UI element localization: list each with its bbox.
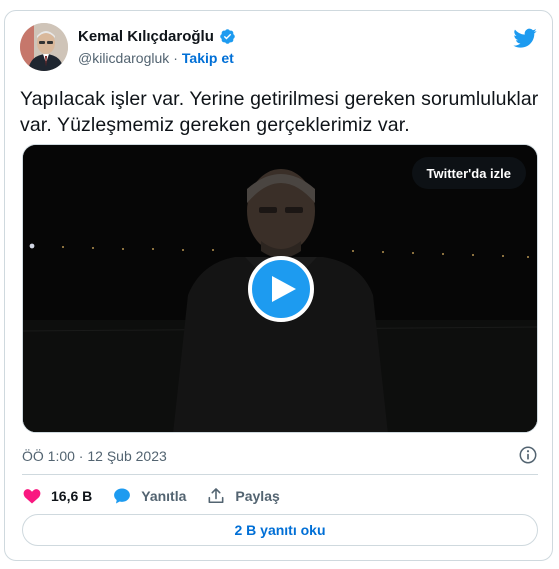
read-replies-button[interactable]: 2 B yanıtı oku	[22, 514, 538, 546]
info-icon[interactable]	[518, 445, 538, 465]
share-label: Paylaş	[235, 488, 280, 504]
avatar[interactable]	[20, 23, 68, 71]
tweet-meta: ÖÖ 1:00 · 12 Şub 2023	[22, 445, 538, 467]
heart-icon	[23, 489, 41, 504]
watch-on-twitter-button[interactable]: Twitter'da izle	[411, 157, 526, 189]
separator-dot: ·	[173, 50, 178, 66]
share-upload-icon	[208, 488, 224, 504]
follow-button[interactable]: Takip et	[182, 50, 234, 66]
tweet-actions: 16,6 B Yanıtla Paylaş	[22, 485, 300, 507]
verified-badge-icon	[219, 28, 236, 45]
name-row: Kemal Kılıçdaroğlu	[78, 28, 236, 45]
author-display-name[interactable]: Kemal Kılıçdaroğlu	[78, 28, 214, 45]
like-button[interactable]: 16,6 B	[22, 486, 92, 506]
tweet-embed-card: Kemal Kılıçdaroğlu @kilicdarogluk · Taki…	[4, 10, 553, 561]
author-handle[interactable]: @kilicdarogluk	[78, 50, 169, 66]
tweet-timestamp[interactable]: ÖÖ 1:00 · 12 Şub 2023	[22, 448, 167, 464]
play-button[interactable]	[248, 256, 314, 322]
handle-row: @kilicdarogluk · Takip et	[78, 50, 234, 66]
tweet-text: Yapılacak işler var. Yerine getirilmesi …	[20, 88, 539, 136]
reply-label: Yanıtla	[141, 488, 187, 504]
reply-button[interactable]: Yanıtla	[112, 486, 186, 506]
avatar-image	[20, 23, 68, 71]
video-player[interactable]: Twitter'da izle	[22, 144, 538, 433]
twitter-bird-icon[interactable]	[513, 26, 537, 50]
share-button[interactable]: Paylaş	[206, 486, 280, 506]
divider	[22, 474, 538, 475]
like-count: 16,6 B	[51, 488, 93, 504]
play-icon	[271, 276, 296, 302]
tweet-header: Kemal Kılıçdaroğlu @kilicdarogluk · Taki…	[20, 23, 537, 73]
speech-bubble-icon	[114, 488, 131, 504]
